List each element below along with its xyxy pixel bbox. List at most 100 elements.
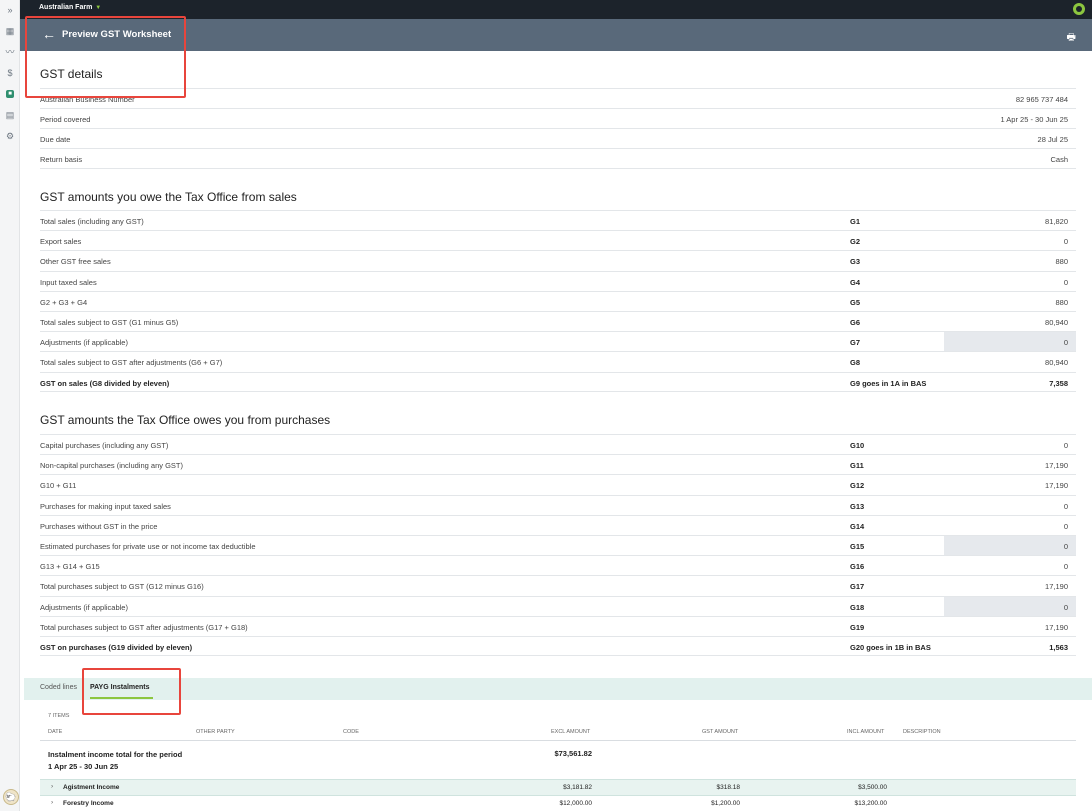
gst-row-label: Estimated purchases for private use or n… — [40, 542, 256, 551]
chart-icon[interactable]: 〰 — [4, 46, 16, 58]
detail-label: Return basis — [40, 155, 83, 164]
gst-row-g5: G2 + G3 + G4 G5 880 — [40, 290, 1076, 311]
column-header-incl-amount[interactable]: INCL AMOUNT — [847, 729, 884, 735]
gst-row-value: 17,190 — [1045, 481, 1068, 491]
gst-row-label: Non-capital purchases (including any GST… — [40, 461, 183, 471]
gst-row-code: G3 — [850, 257, 861, 267]
gst-row-code: G14 — [850, 521, 865, 531]
gst-row-code: G1 — [850, 217, 861, 226]
gst-row-code: G4 — [850, 277, 861, 287]
organization-name: Australian Farm — [39, 4, 93, 11]
gst-row-code: G18 — [850, 602, 865, 612]
expand-sidebar-icon[interactable]: » — [4, 4, 16, 16]
items-count: 7 ITEMS — [48, 713, 70, 719]
detail-label: Period covered — [40, 115, 91, 124]
gst-row-code: G19 — [850, 622, 865, 632]
gst-row-code: G16 — [850, 562, 865, 572]
gst-row-label: Adjustments (if applicable) — [40, 338, 128, 348]
column-header-gst-amount[interactable]: GST AMOUNT — [702, 729, 738, 735]
sales-section-title: GST amounts you owe the Tax Office from … — [40, 190, 297, 204]
detail-value: Cash — [1050, 155, 1068, 164]
column-header-other-party[interactable]: OTHER PARTY — [196, 729, 235, 735]
gst-row-g15: Estimated purchases for private use or n… — [40, 535, 1076, 555]
gst-row-g17: Total purchases subject to GST (G12 minu… — [40, 575, 1076, 595]
gst-row-label: G10 + G11 — [40, 481, 77, 491]
divider — [40, 391, 1076, 392]
column-header-excl-amount[interactable]: EXCL AMOUNT — [551, 729, 590, 735]
table-row[interactable]: › Agistment Income $3,181.82 $318.18 $3,… — [40, 779, 1076, 795]
table-header-divider — [40, 740, 1076, 741]
chevron-right-icon[interactable]: › — [51, 799, 53, 806]
row-incl-amount: $3,500.00 — [858, 784, 887, 791]
detail-value: 1 Apr 25 - 30 Jun 25 — [1000, 115, 1068, 124]
app-logo-icon[interactable] — [1073, 3, 1085, 15]
row-name: Forestry Income — [63, 800, 114, 807]
tab-bar: Coded lines PAYG Instalments — [24, 678, 1092, 700]
gst-row-value: 17,190 — [1045, 461, 1068, 471]
gst-row-value: 1,563 — [1049, 643, 1068, 652]
instalment-summary-value: $73,561.82 — [554, 749, 592, 758]
gst-row-code: G9 goes in 1A in BAS — [850, 378, 927, 388]
gst-row-value: 0 — [1063, 277, 1068, 287]
row-gst-amount: $318.18 — [716, 784, 741, 791]
gst-row-code: G10 — [850, 441, 865, 450]
gst-row-value: 0 — [1063, 237, 1068, 247]
gst-row-value: 0 — [1063, 338, 1068, 348]
gst-row-label: Total sales subject to GST after adjustm… — [40, 358, 223, 368]
gst-row-g9: GST on sales (G8 divided by eleven) G9 go… — [40, 371, 1076, 392]
ledger-icon[interactable]: ■ — [6, 90, 14, 98]
highlight-box-header — [25, 16, 186, 98]
detail-row-period: Period covered 1 Apr 25 - 30 Jun 25 — [40, 108, 1076, 128]
gst-row-label: Input taxed sales — [40, 277, 97, 287]
table-row[interactable]: › Forestry Income $12,000.00 $1,200.00 $… — [40, 795, 1076, 811]
gst-row-label: Capital purchases (including any GST) — [40, 441, 169, 450]
print-icon[interactable]: 🖶 — [1067, 30, 1076, 47]
gst-row-g7: Adjustments (if applicable) G7 0 — [40, 331, 1076, 352]
gst-row-code: G2 — [850, 237, 861, 247]
gst-row-code: G17 — [850, 582, 865, 592]
gst-row-code: G8 — [850, 358, 861, 368]
gst-row-value: 0 — [1063, 602, 1068, 612]
chevron-right-icon[interactable]: › — [51, 783, 53, 790]
gst-row-label: G2 + G3 + G4 — [40, 297, 88, 307]
row-incl-amount: $13,200.00 — [854, 800, 887, 807]
column-header-description[interactable]: DESCRIPTION — [903, 729, 941, 735]
dashboard-icon[interactable]: ▦ — [4, 25, 16, 37]
gst-row-value: 0 — [1063, 521, 1068, 531]
gst-row-value: 7,358 — [1049, 378, 1068, 388]
gst-row-g14: Purchases without GST in the price G14 0 — [40, 514, 1076, 535]
gst-row-value: 0 — [1063, 542, 1068, 551]
organization-switcher[interactable]: Australian Farm ▼ — [39, 4, 101, 11]
purchases-section-title: GST amounts the Tax Office owes you from… — [40, 413, 331, 427]
gst-row-label: Adjustments (if applicable) — [40, 602, 128, 612]
editable-value-field[interactable] — [944, 596, 1076, 616]
detail-label: Due date — [40, 135, 71, 144]
gst-row-g4: Input taxed sales G4 0 — [40, 270, 1076, 291]
column-header-date[interactable]: DATE — [48, 729, 62, 735]
user-avatar[interactable]: 🐑 — [3, 789, 19, 805]
editable-value-field[interactable] — [944, 536, 1076, 555]
detail-value: 28 Jul 25 — [1037, 135, 1068, 144]
gst-row-value: 80,940 — [1045, 318, 1068, 327]
gst-row-g12: G10 + G11 G12 17,190 — [40, 474, 1076, 494]
inventory-icon[interactable]: ▤ — [4, 109, 16, 121]
instalment-summary-label: Instalment income total for the period 1… — [48, 749, 182, 773]
gst-row-label: Export sales — [40, 237, 82, 247]
row-gst-amount: $1,200.00 — [711, 800, 740, 807]
gst-row-code: G15 — [850, 542, 865, 551]
tab-coded-lines[interactable]: Coded lines — [40, 684, 77, 691]
detail-row-due-date: Due date 28 Jul 25 — [40, 128, 1076, 148]
gst-row-code: G7 — [850, 338, 861, 348]
dollar-icon[interactable]: $ — [4, 67, 16, 79]
gst-row-label: GST on sales (G8 divided by eleven) — [40, 378, 170, 388]
gst-row-value: 80,940 — [1045, 358, 1068, 368]
editable-value-field[interactable] — [944, 332, 1076, 352]
divider — [40, 168, 1076, 169]
gst-row-g18: Adjustments (if applicable) G18 0 — [40, 595, 1076, 616]
gst-row-code: G11 — [850, 461, 864, 471]
gst-row-label: Total sales (including any GST) — [40, 217, 144, 226]
row-excl-amount: $12,000.00 — [559, 800, 592, 807]
column-header-code[interactable]: CODE — [343, 729, 359, 735]
settings-icon[interactable]: ⚙ — [4, 130, 16, 142]
gst-row-code: G12 — [850, 481, 865, 491]
